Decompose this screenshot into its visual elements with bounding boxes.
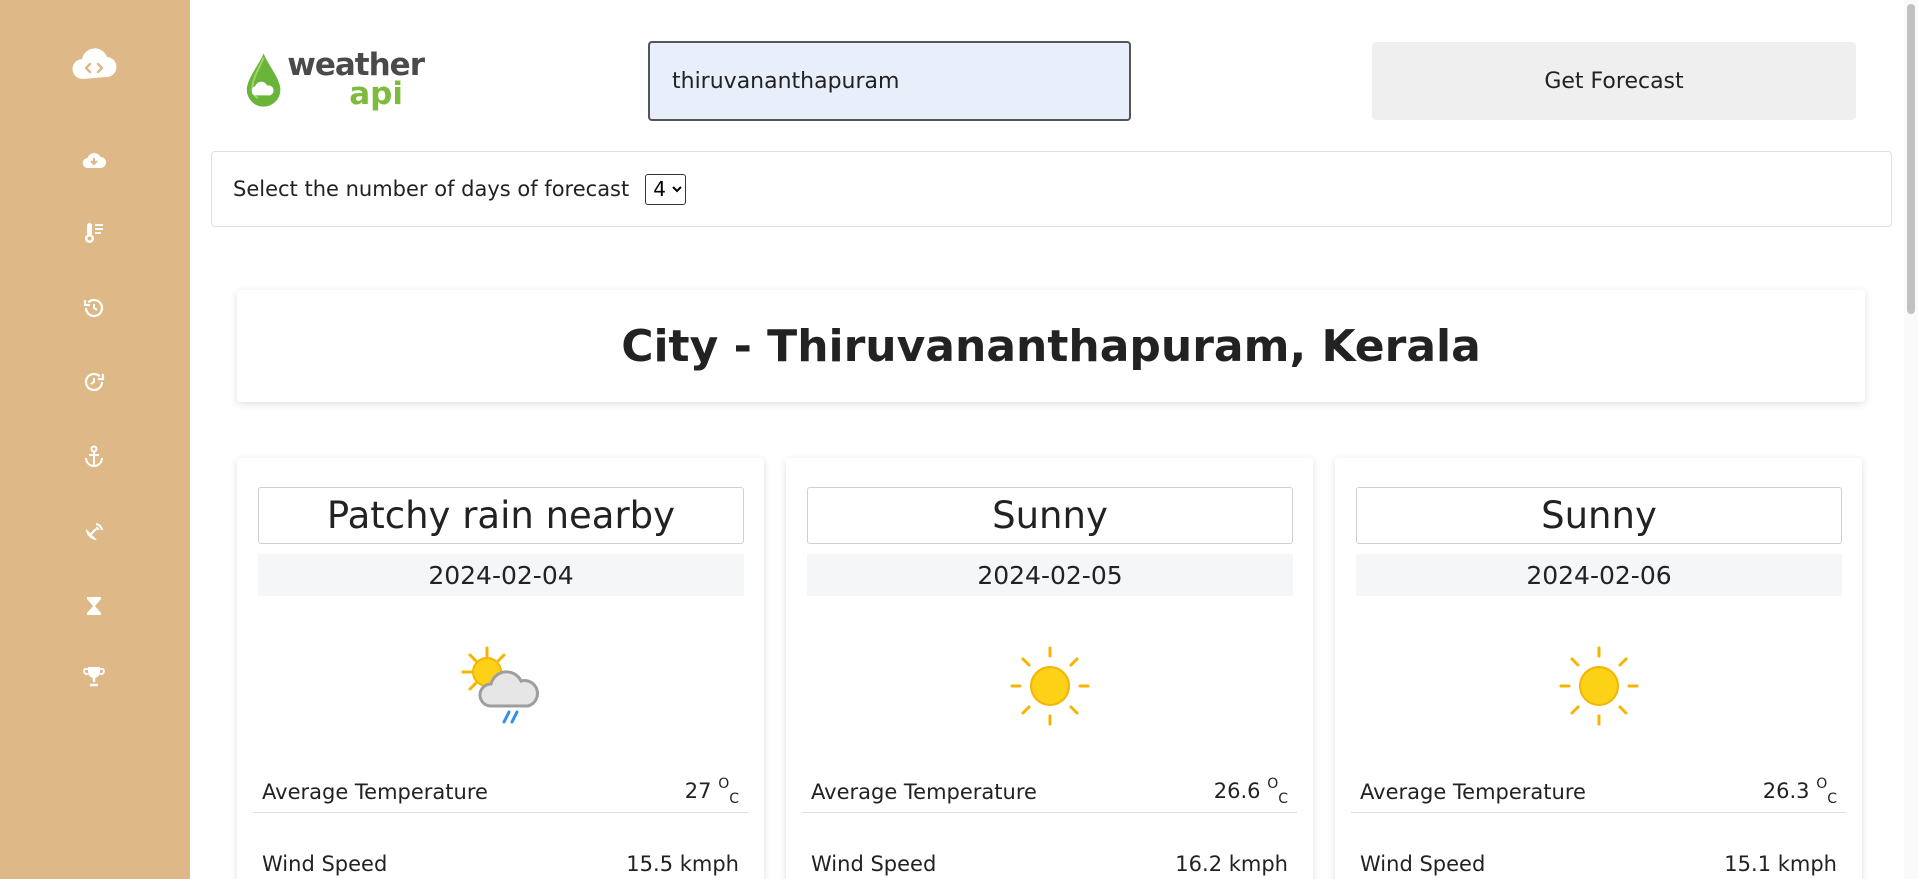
forecast-date: 2024-02-04 — [258, 554, 744, 596]
days-label: Select the number of days of forecast — [233, 177, 630, 201]
avg-temp-row: Average Temperature 27 OC — [253, 771, 748, 813]
hourglass-icon[interactable] — [80, 592, 108, 620]
wind-speed-value: 15.5 kmph — [626, 852, 739, 876]
celsius-symbol: C — [729, 791, 739, 808]
forecast-date: 2024-02-05 — [807, 554, 1293, 596]
city-search-input[interactable] — [648, 41, 1131, 121]
forecast-card: Sunny 2024-02-06 Average Temperature 26.… — [1335, 458, 1862, 879]
forecast-card: Sunny 2024-02-05 Average Temperature 26.… — [786, 458, 1313, 879]
city-header-card: City - Thiruvananthapuram, Kerala — [237, 290, 1865, 402]
avg-temp-label: Average Temperature — [262, 779, 488, 804]
avg-temp-value: 26.3 — [1762, 778, 1810, 803]
avg-temp-value: 27 — [684, 778, 712, 803]
thermometer-list-icon[interactable] — [80, 219, 108, 247]
satellite-dish-icon[interactable] — [80, 518, 108, 546]
wind-speed-row: Wind Speed 16.2 kmph — [802, 843, 1297, 879]
condition-label: Sunny — [807, 487, 1293, 544]
degree-symbol: O — [718, 775, 730, 792]
wind-speed-value: 15.1 kmph — [1724, 852, 1837, 876]
condition-label: Patchy rain nearby — [258, 487, 744, 544]
wind-speed-value: 16.2 kmph — [1175, 852, 1288, 876]
weatherapi-logo[interactable]: weather api — [244, 40, 425, 120]
anchor-icon[interactable] — [80, 442, 108, 470]
degree-symbol: O — [1267, 775, 1279, 792]
get-forecast-button[interactable]: Get Forecast — [1372, 42, 1856, 120]
avg-temp-label: Average Temperature — [1360, 779, 1586, 804]
celsius-symbol: C — [1827, 791, 1837, 808]
droplet-cloud-icon — [246, 53, 281, 107]
wind-speed-label: Wind Speed — [811, 852, 937, 876]
wind-speed-row: Wind Speed 15.1 kmph — [1351, 843, 1846, 879]
cloud-download-icon[interactable] — [80, 147, 108, 175]
degree-symbol: O — [1816, 775, 1828, 792]
wind-speed-label: Wind Speed — [262, 852, 388, 876]
forecast-card: Patchy rain nearby 2024-02-04 Average Te… — [237, 458, 764, 879]
wind-speed-label: Wind Speed — [1360, 852, 1486, 876]
sun-icon — [1010, 646, 1090, 726]
avg-temp-label: Average Temperature — [811, 779, 1037, 804]
page-scrollbar[interactable] — [1904, 0, 1918, 879]
days-selector-bar: Select the number of days of forecast 4 — [211, 151, 1892, 227]
avg-temp-row: Average Temperature 26.6 OC — [802, 771, 1297, 813]
main-content: weather api Get Forecast Select the numb… — [190, 0, 1918, 879]
cloud-code-icon[interactable] — [71, 41, 117, 87]
patchy-rain-icon — [461, 646, 539, 724]
forecast-date: 2024-02-06 — [1356, 554, 1842, 596]
trophy-icon[interactable] — [80, 662, 108, 690]
clock-forward-icon[interactable] — [80, 368, 108, 396]
avg-temp-row: Average Temperature 26.3 OC — [1351, 771, 1846, 813]
brand-suffix: api — [349, 76, 403, 112]
days-select[interactable]: 4 — [645, 173, 687, 205]
celsius-symbol: C — [1278, 791, 1288, 808]
condition-label: Sunny — [1356, 487, 1842, 544]
sidebar — [0, 0, 190, 879]
sun-icon — [1559, 646, 1639, 726]
history-icon[interactable] — [80, 294, 108, 322]
scrollbar-thumb[interactable] — [1907, 4, 1915, 314]
avg-temp-value: 26.6 — [1213, 778, 1261, 803]
wind-speed-row: Wind Speed 15.5 kmph — [253, 843, 748, 879]
city-title: City - Thiruvananthapuram, Kerala — [621, 320, 1481, 372]
